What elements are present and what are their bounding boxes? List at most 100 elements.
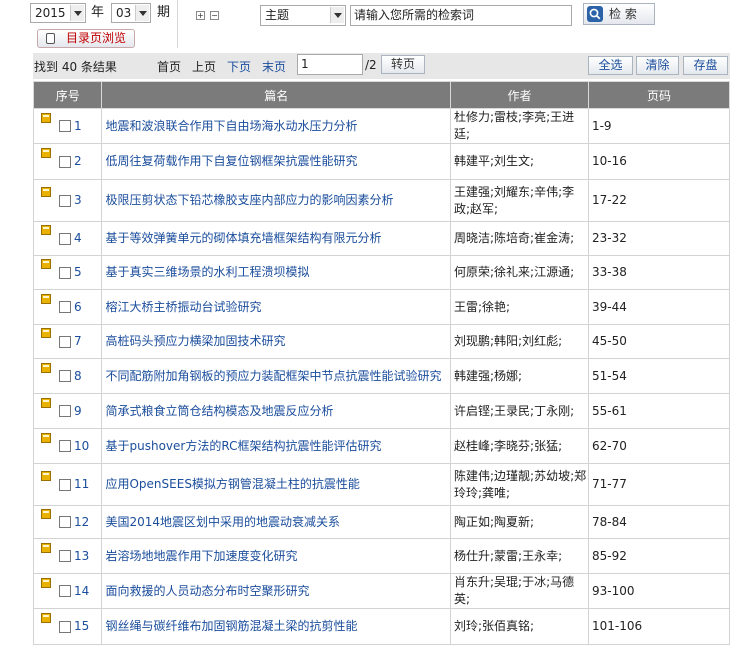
row-checkbox[interactable] bbox=[59, 266, 71, 279]
table-row: 10 基于pushover方法的RC框架结构抗震性能评估研究 赵桂峰;李晓芬;张猛;… bbox=[32, 428, 731, 464]
article-title-link[interactable]: 美国2014地震区划中采用的地震动衰减关系 bbox=[105, 515, 340, 529]
search-input-placeholder: 请输入您所需的检索词 bbox=[354, 8, 475, 22]
seq-cell: 10 bbox=[32, 428, 103, 464]
article-title-link[interactable]: 榕江大桥主桥振动台试验研究 bbox=[105, 300, 261, 314]
article-title-link[interactable]: 简承式粮食立筒仓结构模态及地震反应分析 bbox=[105, 404, 333, 418]
row-checkbox[interactable] bbox=[59, 370, 71, 382]
toc-browse-button[interactable]: 目录页浏览 bbox=[37, 29, 135, 48]
article-title-link[interactable]: 不同配筋附加角钢板的预应力装配框架中节点抗震性能试验研究 bbox=[105, 369, 441, 383]
seq-cell: 1 bbox=[32, 108, 103, 144]
collapse-condition-icon[interactable]: − bbox=[210, 11, 219, 20]
article-title-link[interactable]: 钢丝绳与碳纤维布加固钢筋混凝土梁的抗剪性能 bbox=[105, 619, 357, 633]
pages-cell: 33-38 bbox=[587, 255, 731, 290]
table-header-row: 序号 篇名 作者 页码 bbox=[32, 81, 731, 109]
search-input[interactable]: 请输入您所需的检索词 bbox=[350, 5, 572, 26]
article-title-link[interactable]: 面向救援的人员动态分布时空聚形研究 bbox=[105, 584, 309, 598]
year-select[interactable]: 2015 bbox=[30, 3, 86, 23]
row-checkbox[interactable] bbox=[59, 405, 71, 417]
folder-icon[interactable] bbox=[41, 542, 51, 553]
folder-icon[interactable] bbox=[41, 187, 51, 197]
row-checkbox[interactable] bbox=[59, 232, 71, 245]
seq-cell: 13 bbox=[32, 538, 103, 574]
search-field-value: 主题 bbox=[265, 8, 290, 22]
row-checkbox[interactable] bbox=[59, 550, 71, 562]
article-title-link[interactable]: 基于pushover方法的RC框架结构抗震性能评估研究 bbox=[105, 439, 381, 453]
folder-icon[interactable] bbox=[41, 613, 51, 623]
seq-cell: 14 bbox=[32, 573, 103, 609]
save-button[interactable]: 存盘 bbox=[683, 56, 728, 75]
article-title-link[interactable]: 地震和波浪联合作用下自由场海水动水压力分析 bbox=[105, 119, 357, 133]
title-cell: 基于pushover方法的RC框架结构抗震性能评估研究 bbox=[101, 428, 451, 464]
row-number: 12 bbox=[74, 514, 90, 529]
row-number: 6 bbox=[74, 299, 82, 314]
seq-cell: 9 bbox=[32, 393, 103, 429]
search-button[interactable]: 检 索 bbox=[583, 3, 655, 25]
next-page-link[interactable]: 下页 bbox=[227, 58, 251, 75]
authors-cell: 韩建平;刘生文; bbox=[449, 143, 589, 180]
issue-select[interactable]: 03 bbox=[111, 3, 151, 23]
folder-icon[interactable] bbox=[41, 397, 51, 408]
toc-browse-label: 目录页浏览 bbox=[66, 31, 127, 45]
search-field-select[interactable]: 主题 bbox=[260, 5, 346, 26]
search-area-divider bbox=[177, 0, 178, 48]
row-checkbox[interactable] bbox=[59, 478, 71, 491]
title-cell: 基于真实三维场景的水利工程溃坝模拟 bbox=[101, 255, 451, 290]
header-pages: 页码 bbox=[587, 81, 731, 109]
row-checkbox[interactable] bbox=[59, 155, 71, 168]
row-checkbox[interactable] bbox=[59, 440, 71, 452]
chevron-down-icon bbox=[70, 5, 84, 21]
authors-cell: 何原荣;徐礼来;江源通; bbox=[449, 255, 589, 290]
goto-page-label: 转页 bbox=[390, 57, 415, 71]
row-checkbox[interactable] bbox=[59, 301, 71, 313]
title-cell: 地震和波浪联合作用下自由场海水动水压力分析 bbox=[101, 108, 451, 144]
row-number: 14 bbox=[74, 583, 90, 598]
last-page-link[interactable]: 末页 bbox=[262, 58, 286, 75]
row-checkbox[interactable] bbox=[59, 585, 71, 597]
folder-icon[interactable] bbox=[41, 148, 51, 158]
authors-cell: 陈建伟;边瑾靓;苏幼坡;郑玲玲;龚唯; bbox=[449, 463, 589, 506]
table-row: 11 应用OpenSEES模拟方钢管混凝土柱的抗震性能 陈建伟;边瑾靓;苏幼坡;郑玲… bbox=[32, 463, 731, 506]
row-number: 7 bbox=[74, 334, 82, 348]
article-title-link[interactable]: 基于等效弹簧单元的砌体填充墙框架结构有限元分析 bbox=[105, 231, 381, 245]
article-title-link[interactable]: 岩溶场地地震作用下加速度变化研究 bbox=[105, 549, 297, 563]
row-checkbox[interactable] bbox=[59, 335, 71, 348]
seq-cell: 15 bbox=[32, 608, 103, 645]
article-title-link[interactable]: 低周往复荷载作用下自复位钢框架抗震性能研究 bbox=[105, 154, 357, 168]
prev-page-link[interactable]: 上页 bbox=[192, 58, 216, 75]
goto-page-button[interactable]: 转页 bbox=[381, 55, 425, 74]
select-all-button[interactable]: 全选 bbox=[588, 56, 633, 75]
folder-icon[interactable] bbox=[41, 293, 51, 304]
first-page-link[interactable]: 首页 bbox=[157, 58, 181, 75]
seq-cell: 4 bbox=[32, 221, 103, 256]
authors-cell: 刘现鹏;韩阳;刘红彪; bbox=[449, 324, 589, 359]
folder-icon[interactable] bbox=[41, 432, 51, 443]
search-button-label: 检 索 bbox=[609, 7, 637, 21]
title-cell: 面向救援的人员动态分布时空聚形研究 bbox=[101, 573, 451, 609]
row-checkbox[interactable] bbox=[59, 620, 71, 633]
article-title-link[interactable]: 基于真实三维场景的水利工程溃坝模拟 bbox=[105, 265, 309, 279]
row-number: 15 bbox=[74, 619, 90, 633]
table-row: 9 简承式粮食立筒仓结构模态及地震反应分析 许启铿;王录民;丁永刚; 55-61 bbox=[32, 393, 731, 429]
article-title-link[interactable]: 应用OpenSEES模拟方钢管混凝土柱的抗震性能 bbox=[105, 477, 359, 491]
clear-button[interactable]: 清除 bbox=[636, 56, 679, 75]
folder-icon[interactable] bbox=[41, 508, 51, 519]
row-checkbox[interactable] bbox=[59, 516, 71, 528]
folder-icon[interactable] bbox=[41, 471, 51, 481]
row-checkbox[interactable] bbox=[59, 194, 71, 207]
pages-cell: 71-77 bbox=[587, 463, 731, 506]
folder-icon[interactable] bbox=[41, 225, 51, 235]
title-cell: 钢丝绳与碳纤维布加固钢筋混凝土梁的抗剪性能 bbox=[101, 608, 451, 645]
folder-icon[interactable] bbox=[41, 259, 51, 269]
table-row: 7 高桩码头预应力横梁加固技术研究 刘现鹏;韩阳;刘红彪; 45-50 bbox=[32, 324, 731, 359]
folder-icon[interactable] bbox=[41, 328, 51, 338]
article-title-link[interactable]: 极限压剪状态下铅芯橡胶支座内部应力的影响因素分析 bbox=[105, 193, 393, 207]
page-number-input[interactable]: 1 bbox=[297, 54, 363, 75]
select-all-label: 全选 bbox=[598, 58, 623, 72]
article-title-link[interactable]: 高桩码头预应力横梁加固技术研究 bbox=[105, 334, 285, 348]
row-checkbox[interactable] bbox=[59, 120, 71, 132]
expand-condition-icon[interactable]: + bbox=[196, 11, 205, 20]
folder-icon[interactable] bbox=[41, 112, 51, 123]
header-seq: 序号 bbox=[32, 81, 103, 109]
folder-icon[interactable] bbox=[41, 577, 51, 588]
folder-icon[interactable] bbox=[41, 362, 51, 373]
